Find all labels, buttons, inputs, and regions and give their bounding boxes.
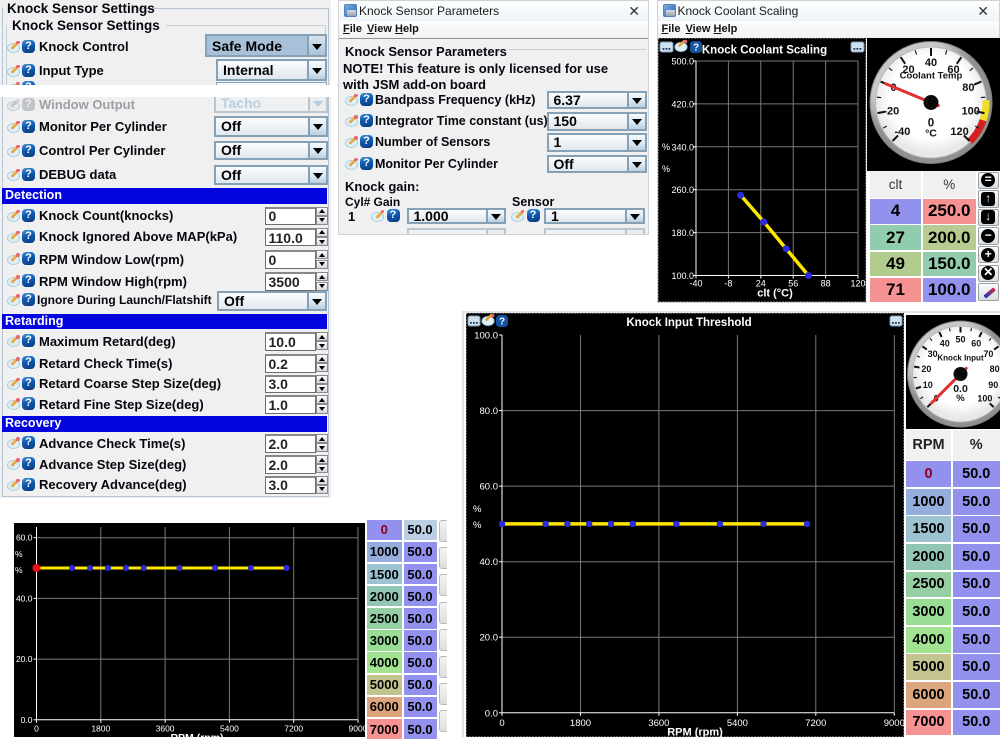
svg-text:-40: -40 <box>894 126 910 138</box>
svg-text:60.0: 60.0 <box>16 533 33 543</box>
svg-text:Knock Coolant Scaling: Knock Coolant Scaling <box>702 45 827 57</box>
svg-text:260.0: 260.0 <box>671 185 694 195</box>
svg-text:120: 120 <box>950 126 968 138</box>
svg-text:%: % <box>956 393 965 404</box>
svg-text:9000: 9000 <box>349 723 365 733</box>
svg-text:20: 20 <box>921 364 931 374</box>
svg-text:%: % <box>15 565 23 575</box>
svg-text:80: 80 <box>990 364 1000 374</box>
svg-text:0.0: 0.0 <box>21 715 33 725</box>
svg-text:20.0: 20.0 <box>480 633 499 644</box>
svg-text:500.0: 500.0 <box>671 57 694 67</box>
svg-text:88: 88 <box>821 279 831 289</box>
svg-text:7200: 7200 <box>284 723 303 733</box>
svg-text:%: % <box>15 549 23 559</box>
svg-text:1800: 1800 <box>91 723 110 733</box>
svg-text:°C: °C <box>925 128 937 140</box>
svg-text:?: ? <box>499 317 505 328</box>
svg-text:90: 90 <box>988 380 998 390</box>
svg-text:%: % <box>662 164 670 174</box>
svg-text:100: 100 <box>962 105 980 117</box>
svg-text:0.0: 0.0 <box>485 708 498 719</box>
svg-text:120: 120 <box>850 279 865 289</box>
svg-text:80.0: 80.0 <box>480 406 499 417</box>
svg-text:180.0: 180.0 <box>671 228 694 238</box>
svg-text:-20: -20 <box>883 105 899 117</box>
svg-text:20.0: 20.0 <box>16 654 33 664</box>
svg-text:100: 100 <box>977 394 992 404</box>
svg-text:%: % <box>662 142 670 152</box>
svg-text:10: 10 <box>923 380 933 390</box>
svg-text:0: 0 <box>499 718 504 729</box>
svg-text:60.0: 60.0 <box>480 482 499 493</box>
svg-text:70: 70 <box>983 349 993 359</box>
svg-text:30: 30 <box>928 349 938 359</box>
svg-text:50: 50 <box>955 335 965 345</box>
svg-text:?: ? <box>693 43 699 54</box>
svg-text:%: % <box>473 504 482 515</box>
svg-text:RPM (rpm): RPM (rpm) <box>667 726 723 737</box>
svg-text:RPM (rpm): RPM (rpm) <box>170 732 223 737</box>
svg-text:7200: 7200 <box>805 718 826 729</box>
svg-text:40: 40 <box>925 57 937 69</box>
svg-text:Knock Input Threshold: Knock Input Threshold <box>626 317 751 329</box>
svg-text:5400: 5400 <box>727 718 748 729</box>
svg-text:420.0: 420.0 <box>671 99 694 109</box>
svg-text:Knock Input: Knock Input <box>937 354 984 363</box>
svg-text:40: 40 <box>940 339 950 349</box>
svg-text:%: % <box>473 520 482 531</box>
svg-text:40.0: 40.0 <box>16 593 33 603</box>
svg-text:60: 60 <box>971 339 981 349</box>
svg-text:340.0: 340.0 <box>671 142 694 152</box>
svg-text:9000: 9000 <box>884 718 904 729</box>
svg-text:40.0: 40.0 <box>480 557 499 568</box>
svg-text:0: 0 <box>34 723 39 733</box>
svg-text:clt (°C): clt (°C) <box>757 288 793 300</box>
svg-text:80: 80 <box>962 82 974 94</box>
svg-text:-8: -8 <box>724 279 732 289</box>
svg-text:100.0: 100.0 <box>474 331 498 342</box>
svg-text:Coolant Temp: Coolant Temp <box>900 71 963 82</box>
svg-text:1800: 1800 <box>570 718 591 729</box>
svg-text:-40: -40 <box>689 279 702 289</box>
